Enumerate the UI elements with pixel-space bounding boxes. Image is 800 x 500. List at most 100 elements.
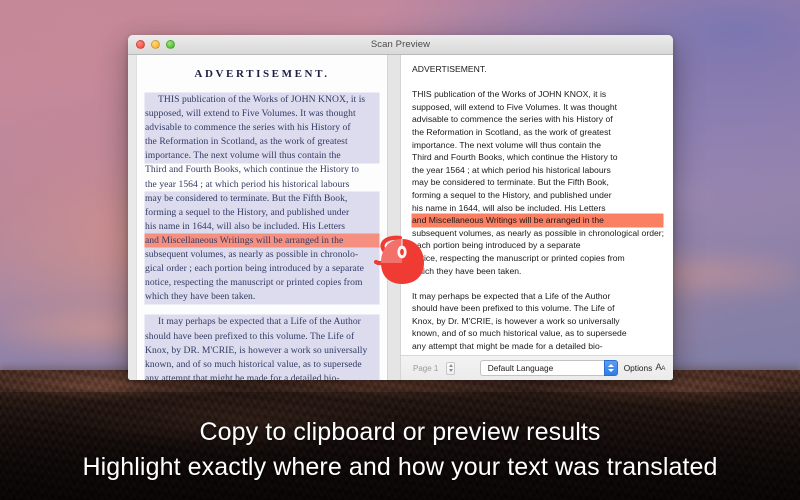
- scan-line-text: his name in 1644, will also be included.…: [145, 220, 346, 232]
- scan-line-text: Third and Fourth Books, which continue t…: [145, 164, 359, 176]
- ocr-line: should have been prefixed to this volume…: [412, 303, 615, 314]
- scan-line-text: and Miscellaneous Writings will be arran…: [145, 234, 344, 246]
- scan-line: It may perhaps be expected that a Life o…: [145, 315, 379, 330]
- scan-paragraph: THIS publication of the Works of JOHN KN…: [145, 93, 379, 305]
- scan-line: Knox, by DR. M'CRIE, is however a work s…: [145, 343, 379, 358]
- ocr-text-pane: ADVERTISEMENT. THIS publication of the W…: [401, 55, 673, 380]
- chevron-updown-icon[interactable]: [603, 360, 618, 376]
- scan-line-text: Knox, by DR. M'CRIE, is however a work s…: [145, 344, 368, 356]
- scan-line: gical order ; each portion being introdu…: [145, 262, 379, 277]
- scan-line: advisable to commence the series with hi…: [145, 121, 379, 136]
- scan-line: forming a sequel to the History, and pub…: [145, 205, 379, 220]
- scan-paragraph-list: THIS publication of the Works of JOHN KN…: [145, 93, 379, 380]
- scan-heading: ADVERTISEMENT.: [194, 68, 330, 80]
- page-number-field[interactable]: Page 1: [409, 363, 443, 374]
- stepper-up-icon[interactable]: [448, 364, 453, 367]
- scan-line: his name in 1644, will also be included.…: [145, 219, 379, 234]
- ocr-line: the Reformation in Scotland, as the work…: [412, 126, 611, 137]
- ocr-paragraph-list: THIS publication of the Works of JOHN KN…: [412, 88, 665, 353]
- scan-line-text: importance. The next volume will thus co…: [145, 150, 341, 162]
- scan-line: known, and of so much historical value, …: [145, 357, 379, 372]
- zoom-icon[interactable]: [166, 40, 175, 49]
- scan-line: which they have been taken.: [145, 290, 379, 305]
- ocr-line: supposed, will extend to Five Volumes. I…: [412, 101, 618, 112]
- scan-line-text: gical order ; each portion being introdu…: [145, 263, 364, 275]
- scan-line-text: which they have been taken.: [145, 291, 256, 303]
- window-title: Scan Preview: [370, 39, 431, 50]
- scan-line: importance. The next volume will thus co…: [145, 149, 379, 164]
- scan-line: THIS publication of the Works of JOHN KN…: [145, 93, 379, 108]
- scan-line: any attempt that might be made for a det…: [145, 371, 379, 380]
- ocr-paragraph: THIS publication of the Works of JOHN KN…: [412, 88, 665, 277]
- chevron-down-icon: [607, 369, 614, 372]
- ocr-line: Knox, by Dr. M'CRIE, is however a work s…: [412, 315, 620, 326]
- pane-divider[interactable]: [387, 55, 401, 380]
- ocr-line: advisable to commence the series with hi…: [412, 114, 613, 125]
- ocr-line-highlighted: and Miscellaneous Writings will be arran…: [412, 214, 663, 227]
- scan-line-text: known, and of so much historical value, …: [145, 358, 362, 370]
- scan-line: may be considered to terminate. But the …: [145, 191, 379, 206]
- page-stepper[interactable]: [446, 361, 455, 375]
- scan-line: the Reformation in Scotland, as the work…: [145, 135, 379, 150]
- scan-line-text: should have been prefixed to this volume…: [145, 330, 355, 342]
- ocr-text-area[interactable]: ADVERTISEMENT. THIS publication of the W…: [401, 55, 673, 355]
- ocr-line: subsequent volumes, as nearly as possibl…: [412, 227, 665, 238]
- scan-line-text: It may perhaps be expected that a Life o…: [158, 316, 361, 328]
- ocr-heading: ADVERTISEMENT.: [412, 64, 487, 74]
- caption-line-2: Highlight exactly where and how your tex…: [82, 453, 718, 481]
- ocr-line: Third and Fourth Books, which continue t…: [412, 152, 618, 163]
- scan-image-pane[interactable]: ADVERTISEMENT. THIS publication of the W…: [128, 55, 387, 380]
- stepper-down-icon[interactable]: [448, 369, 453, 372]
- minimize-icon[interactable]: [151, 40, 160, 49]
- scan-line-text: supposed, will extend to Five Volumes. I…: [145, 108, 356, 120]
- window-titlebar[interactable]: Scan Preview: [128, 35, 673, 55]
- scan-line-text: may be considered to terminate. But the …: [145, 192, 348, 204]
- ocr-line: may be considered to terminate. But the …: [412, 177, 609, 188]
- promo-caption: Copy to clipboard or preview results Hig…: [0, 416, 800, 484]
- chevron-up-icon: [607, 364, 614, 367]
- scan-line: subsequent volumes, as nearly as possibl…: [145, 248, 379, 263]
- ocr-line: THIS publication of the Works of JOHN KN…: [412, 89, 607, 100]
- ocr-line: forming a sequel to the History, and pub…: [412, 189, 612, 200]
- bottom-toolbar: Page 1 Default Language Options AA: [401, 355, 673, 380]
- caption-line-1: Copy to clipboard or preview results: [199, 418, 601, 446]
- ocr-paragraph: It may perhaps be expected that a Life o…: [412, 290, 663, 353]
- scan-line-text: THIS publication of the Works of JOHN KN…: [158, 94, 366, 105]
- scan-line-text: forming a sequel to the History, and pub…: [145, 206, 350, 218]
- ocr-line: It may perhaps be expected that a Life o…: [412, 290, 611, 301]
- traffic-light-group: [136, 40, 175, 49]
- scan-pane-gutter: [128, 55, 137, 380]
- language-selected-value[interactable]: Default Language: [479, 360, 604, 376]
- options-label: Options: [623, 363, 653, 373]
- language-popup-button[interactable]: Default Language: [479, 360, 618, 376]
- ocr-line: each portion being introduced by a separ…: [412, 240, 581, 251]
- ocr-line: which they have been taken.: [412, 265, 522, 276]
- scan-line-text: advisable to commence the series with hi…: [145, 122, 351, 134]
- scan-line-text: subsequent volumes, as nearly as possibl…: [145, 249, 359, 261]
- close-icon[interactable]: [136, 40, 145, 49]
- ocr-line: notice, respecting the manuscript or pri…: [412, 252, 625, 263]
- ocr-line: importance. The next volume will thus co…: [412, 139, 602, 150]
- divider-handle-dot: [393, 249, 396, 252]
- scan-line: supposed, will extend to Five Volumes. I…: [145, 107, 379, 122]
- scan-line: the year 1564 ; at which period his hist…: [145, 178, 379, 192]
- page-stepper-group[interactable]: Page 1: [409, 361, 455, 375]
- scan-line: notice, respecting the manuscript or pri…: [145, 276, 379, 291]
- text-size-icon: AA: [655, 362, 665, 373]
- scan-line-text: the Reformation in Scotland, as the work…: [145, 136, 348, 148]
- scan-line: should have been prefixed to this volume…: [145, 329, 379, 344]
- scan-paragraph: It may perhaps be expected that a Life o…: [145, 315, 379, 380]
- scan-line-text: any attempt that might be made for a det…: [145, 372, 340, 380]
- ocr-line: any attempt that might be made for a det…: [412, 341, 603, 352]
- window-body: ADVERTISEMENT. THIS publication of the W…: [128, 55, 673, 380]
- scan-line: Third and Fourth Books, which continue t…: [145, 163, 379, 177]
- options-button[interactable]: Options AA: [623, 362, 667, 374]
- ocr-line: his name in 1644, will also be included.…: [412, 202, 606, 213]
- ocr-line: known, and of so much historical value, …: [412, 328, 627, 339]
- scan-line-text: the year 1564 ; at which period his hist…: [145, 178, 350, 190]
- scan-preview-window: Scan Preview ADVERTISEMENT. THIS publica…: [128, 35, 673, 380]
- scan-line-highlighted: and Miscellaneous Writings will be arran…: [145, 233, 379, 249]
- scanned-page: ADVERTISEMENT. THIS publication of the W…: [137, 55, 387, 380]
- scan-line-text: notice, respecting the manuscript or pri…: [145, 277, 363, 289]
- ocr-line: the year 1564 ; at which period his hist…: [412, 164, 611, 175]
